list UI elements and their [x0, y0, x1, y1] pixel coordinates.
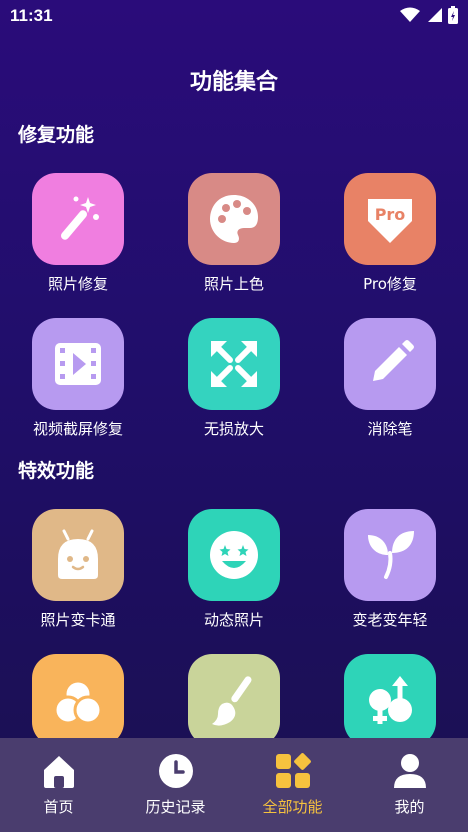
feature-label: 照片变卡通 — [40, 611, 116, 629]
grid-icon — [275, 753, 311, 788]
section-title-repair: 修复功能 — [18, 124, 95, 146]
feature-pro-repair[interactable]: Pro Pro修复 — [312, 173, 468, 294]
expand-arrows-icon — [188, 318, 280, 410]
star-eyes-face-icon — [188, 509, 280, 601]
video-film-icon — [32, 318, 124, 410]
feature-label: 视频截屏修复 — [32, 420, 123, 438]
cartoon-face-icon — [32, 509, 124, 601]
status-bar: 11:31 — [0, 0, 468, 32]
repair-row-2: 视频截屏修复 无损放大 消除笔 — [0, 318, 468, 439]
effects-row-1: 照片变卡通 动态照片 变老变年轻 — [0, 509, 468, 630]
status-icons — [400, 6, 458, 24]
pro-badge-icon: Pro — [344, 173, 436, 265]
pencil-icon — [344, 318, 436, 410]
feature-label: 照片上色 — [203, 275, 264, 293]
tab-all-features[interactable]: 全部功能 — [234, 738, 351, 832]
tab-label: 历史记录 — [145, 798, 206, 816]
tab-history[interactable]: 历史记录 — [117, 738, 234, 832]
feature-photo-repair[interactable]: 照片修复 — [0, 173, 156, 294]
page-title: 功能集合 — [189, 70, 278, 95]
feature-age-change[interactable]: 变老变年轻 — [312, 509, 468, 630]
pro-badge-text: Pro — [375, 205, 406, 224]
feature-photo-colorize[interactable]: 照片上色 — [156, 173, 312, 294]
tab-label: 全部功能 — [262, 798, 323, 816]
feature-lossless-upscale[interactable]: 无损放大 — [156, 318, 312, 439]
feature-label: 消除笔 — [367, 420, 413, 438]
section-title-effects: 特效功能 — [18, 460, 95, 482]
feature-label: Pro修复 — [363, 275, 417, 293]
repair-row-1: 照片修复 照片上色 Pro Pro修复 — [0, 173, 468, 294]
bottom-tab-bar: 首页 历史记录 全部功能 我的 — [0, 738, 468, 832]
person-icon — [393, 754, 426, 788]
feature-label: 无损放大 — [203, 420, 264, 438]
palette-icon — [188, 173, 280, 265]
magic-wand-icon — [32, 173, 124, 265]
clock-icon — [158, 754, 193, 788]
wifi-icon — [400, 7, 420, 22]
feature-label: 动态照片 — [203, 611, 264, 629]
signal-icon — [428, 8, 442, 22]
feature-eraser-pen[interactable]: 消除笔 — [312, 318, 468, 439]
battery-icon — [448, 6, 458, 24]
tab-mine[interactable]: 我的 — [351, 738, 468, 832]
gender-swap-icon — [344, 654, 436, 746]
status-time: 11:31 — [10, 6, 53, 25]
sprout-icon — [344, 509, 436, 601]
circles-icon — [32, 654, 124, 746]
tab-label: 首页 — [43, 798, 74, 816]
feature-photo-to-cartoon[interactable]: 照片变卡通 — [0, 509, 156, 630]
tab-label: 我的 — [394, 798, 425, 816]
paint-brush-icon — [188, 654, 280, 746]
feature-live-photo[interactable]: 动态照片 — [156, 509, 312, 630]
tab-home[interactable]: 首页 — [0, 738, 117, 832]
feature-label: 照片修复 — [47, 275, 108, 293]
feature-label: 变老变年轻 — [352, 611, 428, 629]
feature-video-repair[interactable]: 视频截屏修复 — [0, 318, 156, 439]
home-icon — [43, 756, 74, 788]
